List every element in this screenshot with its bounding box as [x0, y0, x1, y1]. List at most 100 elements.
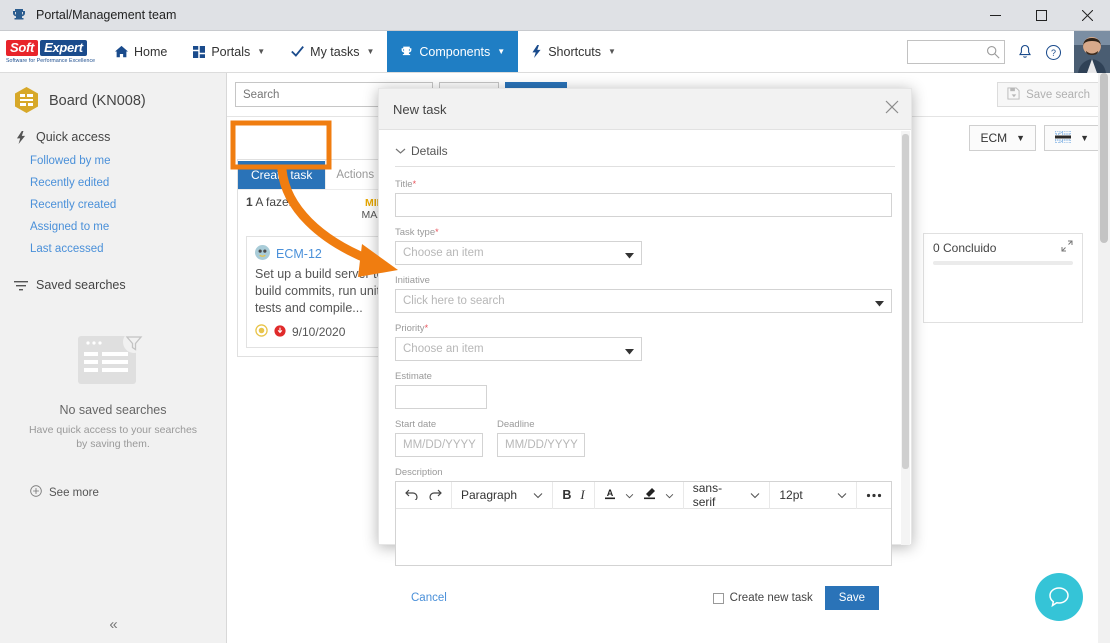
details-section-toggle[interactable]: Details: [395, 144, 895, 158]
modal-scrollbar-thumb[interactable]: [902, 134, 909, 469]
italic-button[interactable]: I: [580, 487, 584, 503]
initiative-input[interactable]: Click here to search: [395, 289, 892, 313]
minimize-button[interactable]: [972, 0, 1018, 31]
text-color-icon[interactable]: A: [604, 487, 616, 503]
maximize-button[interactable]: [1018, 0, 1064, 31]
sidebar-item-recently-created[interactable]: Recently created: [0, 194, 226, 216]
help-icon[interactable]: ?: [1045, 44, 1062, 61]
task-card[interactable]: ECM-12 Set up a build server to build co…: [246, 236, 393, 348]
list-view-icon: [1054, 130, 1072, 146]
nav-label-shortcuts: Shortcuts: [548, 44, 602, 59]
sidebar-item-recently-edited[interactable]: Recently edited: [0, 172, 226, 194]
cancel-button[interactable]: Cancel: [411, 592, 447, 604]
undo-icon[interactable]: [405, 488, 419, 503]
section-divider: [395, 166, 895, 167]
see-more-button[interactable]: See more: [0, 485, 226, 500]
bolt-icon: [14, 130, 28, 144]
bell-icon[interactable]: [1017, 44, 1033, 61]
highlight-icon[interactable]: [643, 487, 656, 503]
avatar[interactable]: [1074, 31, 1110, 73]
create-task-button[interactable]: Create task: [238, 160, 326, 189]
nav-item-my-tasks[interactable]: My tasks ▼: [278, 31, 387, 72]
task-type-dropdown[interactable]: Choose an item: [395, 241, 642, 265]
modal-scrollbar[interactable]: [901, 131, 910, 545]
view-mode-dropdown[interactable]: ▼: [1044, 125, 1100, 151]
redo-icon[interactable]: [428, 488, 442, 503]
nav-item-shortcuts[interactable]: Shortcuts ▼: [518, 31, 629, 72]
bold-button[interactable]: B: [562, 488, 571, 502]
priority-dropdown[interactable]: Choose an item: [395, 337, 642, 361]
page-scrollbar[interactable]: [1098, 73, 1110, 643]
sidebar-group-saved-searches[interactable]: Saved searches: [0, 272, 226, 298]
field-label-title: Title*: [395, 179, 417, 190]
board-column-header: Create task Actions: [238, 159, 401, 190]
empty-illustration-icon: [72, 331, 154, 393]
save-search-button[interactable]: Save search: [997, 82, 1100, 107]
close-button[interactable]: [1064, 0, 1110, 31]
more-options-icon[interactable]: [857, 482, 891, 509]
editor-style-group: B I: [553, 481, 595, 509]
start-date-input[interactable]: MM/DD/YYYY: [395, 433, 483, 457]
create-new-task-checkbox[interactable]: Create new task: [712, 592, 813, 604]
nav-label-portals: Portals: [211, 44, 251, 59]
nav-item-components[interactable]: Components ▼: [387, 31, 519, 72]
sidebar-group-label: Saved searches: [36, 278, 126, 292]
ecm-filter-label: ECM: [980, 131, 1008, 145]
save-button[interactable]: Save: [824, 586, 879, 610]
nav-item-portals[interactable]: Portals ▼: [180, 31, 278, 72]
chevron-down-icon: [625, 250, 634, 262]
font-size-dropdown[interactable]: 12pt: [770, 481, 857, 509]
field-description: Description Paragraph B I A sans-serif 1…: [395, 467, 895, 566]
checkbox-box[interactable]: [712, 592, 724, 604]
modal-body: Details Title* Task type* Choose an item…: [379, 130, 911, 610]
softexpert-logo[interactable]: Soft Expert Software for Performance Exc…: [0, 31, 102, 72]
done-column-header: 0 Concluido: [924, 234, 1082, 261]
field-label-priority: Priority*: [395, 323, 429, 334]
done-column-progress: [933, 261, 1073, 265]
expand-icon[interactable]: [1061, 240, 1073, 255]
global-search[interactable]: [907, 40, 1005, 64]
column-count: 1: [246, 195, 253, 209]
sidebar-item-assigned-to-me[interactable]: Assigned to me: [0, 216, 226, 238]
font-family-dropdown[interactable]: sans-serif: [684, 481, 771, 509]
board-column-done: 0 Concluido: [923, 233, 1083, 323]
font-size-label: 12pt: [779, 488, 803, 502]
ecm-filter-dropdown[interactable]: ECM ▼: [969, 125, 1037, 151]
deadline-input[interactable]: MM/DD/YYYY: [497, 433, 585, 457]
board-title-row: Board (KN008): [0, 73, 226, 124]
nav-item-home[interactable]: Home: [102, 31, 180, 72]
chevron-down-icon: [395, 144, 406, 158]
page-scrollbar-thumb[interactable]: [1100, 73, 1108, 243]
saved-searches-empty-state: No saved searches Have quick access to y…: [0, 330, 226, 451]
title-input[interactable]: [395, 193, 892, 217]
app-header: Soft Expert Software for Performance Exc…: [0, 31, 1110, 73]
close-icon[interactable]: [885, 100, 899, 117]
field-estimate: Estimate: [395, 371, 895, 409]
estimate-input[interactable]: [395, 385, 487, 409]
sidebar-collapse-button[interactable]: «: [0, 616, 227, 633]
create-new-task-label: Create new task: [729, 592, 813, 604]
sidebar-item-followed-by-me[interactable]: Followed by me: [0, 150, 226, 172]
start-date-placeholder: MM/DD/YYYY: [403, 439, 476, 451]
task-card-id[interactable]: ECM-12: [276, 247, 322, 261]
modal-header: New task: [379, 89, 911, 130]
create-task-cell: Create task: [238, 160, 326, 189]
column-actions-button[interactable]: Actions: [325, 159, 384, 190]
sidebar-group-quick-access[interactable]: Quick access: [0, 124, 226, 150]
board-icon: [14, 87, 39, 114]
chat-bubble-icon[interactable]: [1035, 573, 1083, 621]
nav-label-home: Home: [134, 44, 168, 59]
chevron-down-icon: [875, 298, 884, 310]
chevron-down-icon[interactable]: [665, 488, 674, 502]
save-search-icon: [1007, 86, 1020, 103]
see-more-label: See more: [49, 486, 99, 499]
modal-title: New task: [393, 101, 447, 117]
footer-actions: Create new task Save: [712, 586, 879, 610]
empty-title: No saved searches: [59, 403, 167, 417]
column-name: A fazer: [255, 195, 293, 209]
board-title: Board (KN008): [49, 92, 146, 109]
description-textarea[interactable]: [396, 509, 891, 565]
block-format-dropdown[interactable]: Paragraph: [452, 481, 554, 509]
chevron-down-icon[interactable]: [625, 488, 634, 502]
sidebar-item-last-accessed[interactable]: Last accessed: [0, 238, 226, 260]
